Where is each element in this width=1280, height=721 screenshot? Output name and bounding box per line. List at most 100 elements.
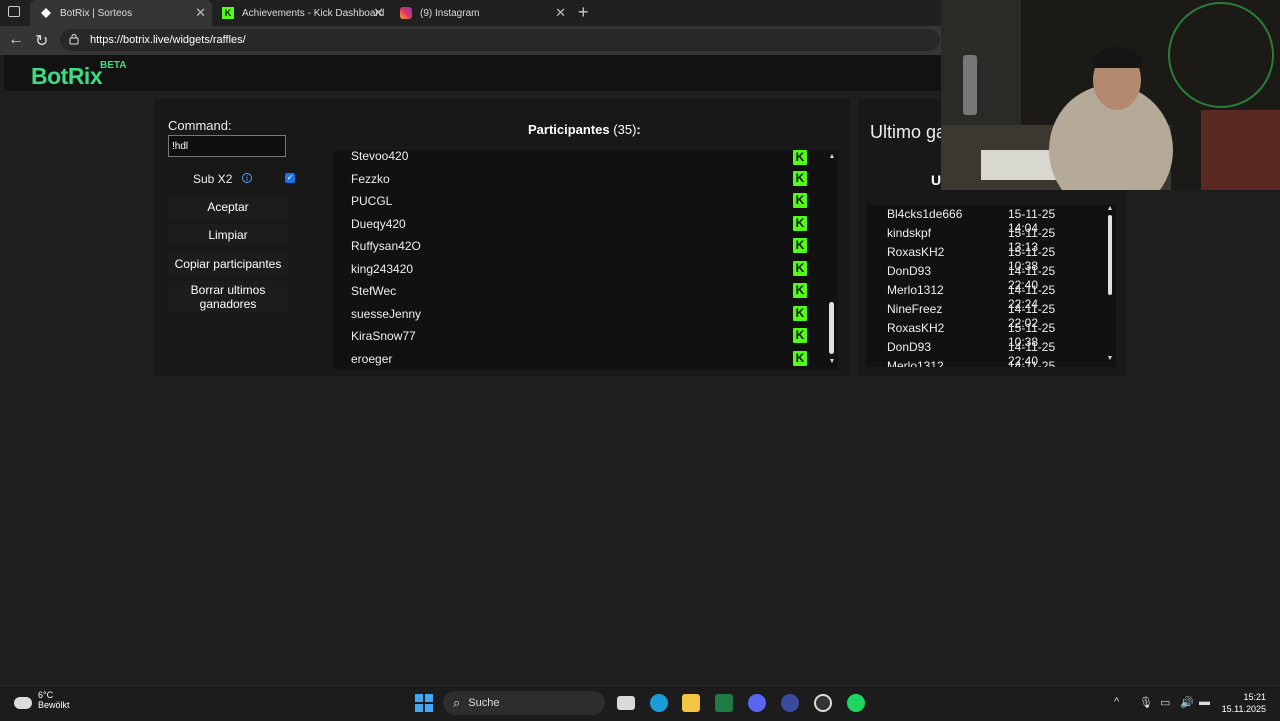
command-input[interactable]: !hdl <box>168 135 286 157</box>
kick-platform-icon: K <box>793 216 807 231</box>
participants-colon: : <box>636 122 641 137</box>
back-arrow-icon[interactable]: ← <box>8 31 24 49</box>
spotify-icon[interactable] <box>847 694 865 712</box>
streamer-webcam-image <box>941 0 1280 190</box>
winner-row: Merlo131214-11-25 22:24 <box>887 359 1087 367</box>
sub-x2-label: Sub X2 <box>193 172 233 186</box>
discord-icon[interactable] <box>748 694 766 712</box>
participants-list[interactable]: Stevoo420 Fezzko PUCGL Dueqy420 Ruffysan… <box>334 150 838 370</box>
instagram-favicon-icon <box>400 7 412 19</box>
sub-x2-checkbox[interactable]: ✓ <box>285 173 295 183</box>
copy-participants-button[interactable]: Copiar participantes <box>168 253 288 275</box>
scroll-thumb[interactable] <box>1108 215 1112 295</box>
kick-platform-icon: K <box>793 193 807 208</box>
botrix-logo[interactable]: BotRix <box>31 63 103 90</box>
site-info-icon[interactable] <box>68 33 82 48</box>
delete-winners-button[interactable]: Borrar ultimos ganadores <box>168 281 288 313</box>
winner-name: Bl4cks1de666 <box>887 207 963 221</box>
winner-row: NineFreez 14-11-25 22:02 <box>887 302 1087 330</box>
winner-name: NineFreez <box>887 302 943 316</box>
system-clock[interactable]: 15:21 15.11.2025 <box>1222 691 1266 715</box>
close-tab-icon[interactable]: ✕ <box>373 5 384 21</box>
webcam-overlay <box>941 0 1280 190</box>
tab-title: BotRix | Sorteos <box>60 7 133 19</box>
list-item: king243420 <box>351 262 414 276</box>
url-bar[interactable]: https://botrix.live/widgets/raffles/ <box>60 29 940 51</box>
scroll-down-icon[interactable]: ▼ <box>828 358 836 365</box>
windows-start-icon[interactable] <box>415 694 433 712</box>
participants-count: (35) <box>613 122 637 137</box>
winner-row: kindskpf 15-11-25 13:13 <box>887 226 1087 254</box>
close-tab-icon[interactable]: ✕ <box>195 5 206 21</box>
window-menu-icon[interactable] <box>8 6 20 17</box>
winners-scrollbar[interactable]: ▲ ▼ <box>1106 205 1114 367</box>
participants-title: Participantes (35): <box>528 122 641 137</box>
last-winners-title: Ultimo ga <box>870 122 947 142</box>
scroll-down-icon[interactable]: ▼ <box>1106 355 1114 362</box>
winner-row: Merlo131214-11-25 22:24 <box>887 283 1087 311</box>
edge-browser-icon[interactable] <box>650 694 668 712</box>
scroll-up-icon[interactable]: ▲ <box>828 153 836 160</box>
list-item: eroeger <box>351 352 393 366</box>
close-tab-icon[interactable]: ✕ <box>555 5 566 21</box>
clear-button[interactable]: Limpiar <box>168 224 288 246</box>
accept-button[interactable]: Aceptar <box>168 196 288 218</box>
winner-name: RoxasKH2 <box>887 321 945 335</box>
participants-title-text: Participantes <box>528 122 610 137</box>
tab-kick-dashboard[interactable]: K Achievements - Kick Dashboard ✕ <box>212 0 390 26</box>
search-label: Suche <box>468 697 500 709</box>
tab-instagram[interactable]: (9) Instagram ✕ <box>390 0 572 26</box>
list-item: Dueqy420 <box>351 217 406 231</box>
taskbar-search[interactable]: ⌕ Suche <box>443 691 605 715</box>
volume-icon[interactable]: 🔊 <box>1180 696 1194 709</box>
tab-botrix[interactable]: BotRix | Sorteos ✕ <box>30 0 212 26</box>
battery-icon[interactable]: ▬ <box>1199 696 1210 708</box>
scroll-thumb[interactable] <box>829 302 834 354</box>
chevron-up-icon[interactable]: ^ <box>1114 696 1119 708</box>
list-item: KiraSnow77 <box>351 329 416 343</box>
weather-condition: Bewölkt <box>38 700 70 710</box>
command-label: Command: <box>168 118 232 133</box>
kick-platform-icon: K <box>793 351 807 366</box>
kick-platform-icon: K <box>793 328 807 343</box>
url-text: https://botrix.live/widgets/raffles/ <box>90 34 246 46</box>
network-icon[interactable]: ▭ <box>1160 696 1170 709</box>
winner-name: Merlo1312 <box>887 359 944 367</box>
participants-scrollbar[interactable]: ▲ ▼ <box>828 150 836 370</box>
list-item: Ruffysan42O <box>351 239 421 253</box>
kick-platform-icon: K <box>793 283 807 298</box>
winner-row: Bl4cks1de666 15-11-25 14:04 <box>887 207 1087 235</box>
kick-platform-icon: K <box>793 261 807 276</box>
beta-badge: BETA <box>100 60 127 71</box>
last-winners-subheader: U <box>931 172 942 188</box>
list-item: Fezzko <box>351 172 390 186</box>
list-item: PUCGL <box>351 194 393 208</box>
task-view-icon[interactable] <box>617 696 635 710</box>
winner-name: Merlo1312 <box>887 283 944 297</box>
clock-date: 15.11.2025 <box>1221 704 1266 714</box>
file-explorer-icon[interactable] <box>682 694 700 712</box>
info-icon[interactable]: i <box>242 173 252 183</box>
scroll-up-icon[interactable]: ▲ <box>1106 205 1114 212</box>
temperature: 6°C <box>38 690 54 700</box>
excel-icon[interactable] <box>715 694 733 712</box>
winner-name: DonD93 <box>887 264 932 278</box>
new-tab-icon[interactable]: + <box>578 2 589 23</box>
app-icon[interactable] <box>781 694 799 712</box>
botrix-favicon-icon <box>40 7 52 19</box>
windows-taskbar: 6°C Bewölkt ⌕ Suche ^ 🎙 ▭ 🔊 ▬ 15:21 15.1… <box>0 685 1280 721</box>
obs-studio-icon[interactable] <box>814 694 832 712</box>
microphone-icon[interactable]: 🎙 <box>1139 696 1153 709</box>
tab-title: Achievements - Kick Dashboard <box>242 7 385 19</box>
winners-list[interactable]: Bl4cks1de666 15-11-25 14:04 kindskpf 15-11… <box>866 205 1116 367</box>
kick-platform-icon: K <box>793 306 807 321</box>
weather-widget[interactable]: 6°C Bewölkt <box>14 690 70 710</box>
tab-title: (9) Instagram <box>420 7 480 19</box>
search-icon: ⌕ <box>453 695 461 710</box>
winner-name: RoxasKH2 <box>887 245 945 259</box>
winner-row: RoxasKH2 15-11-25 10:38 <box>887 321 1087 349</box>
cloud-icon <box>14 697 32 709</box>
reload-icon[interactable]: ↻ <box>35 31 48 51</box>
list-item: Stevoo420 <box>351 150 409 163</box>
winner-row: RoxasKH2 15-11-25 10:38 <box>887 245 1087 273</box>
